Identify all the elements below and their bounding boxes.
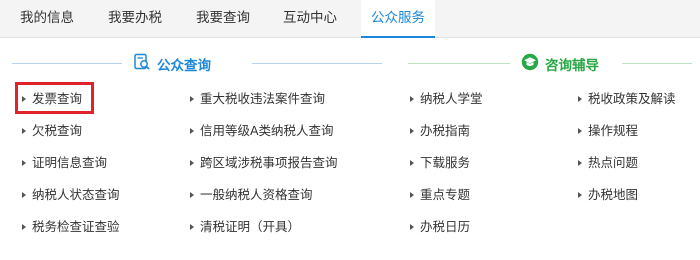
- bullet-icon: [410, 96, 414, 102]
- top-tab-bar: 我的信息 我要办税 我要查询 互动中心 公众服务: [0, 0, 700, 38]
- bullet-icon: [22, 192, 26, 198]
- link-tax-arrears-query[interactable]: 欠税查询: [22, 123, 82, 139]
- bullet-icon: [22, 160, 26, 166]
- item-label: 办税指南: [420, 123, 471, 138]
- bullet-icon: [410, 160, 414, 166]
- bullet-icon: [190, 128, 194, 134]
- bullet-icon: [578, 160, 582, 166]
- item-label: 操作规程: [588, 123, 639, 138]
- public-query-title: 公众查询: [157, 58, 211, 74]
- link-tax-calendar[interactable]: 办税日历: [410, 219, 470, 235]
- consulting-header: 咨询辅导: [521, 53, 599, 75]
- link-taxpayer-status-query[interactable]: 纳税人状态查询: [22, 187, 120, 203]
- item-label: 欠税查询: [32, 123, 83, 138]
- section-divider-left: [408, 63, 510, 64]
- link-taxpayer-school[interactable]: 纳税人学堂: [410, 91, 483, 107]
- link-download-service[interactable]: 下载服务: [410, 155, 470, 171]
- consulting-title: 咨询辅导: [545, 58, 599, 74]
- link-credit-a-query[interactable]: 信用等级A类纳税人查询: [190, 123, 334, 139]
- tab-public-service[interactable]: 公众服务: [361, 0, 435, 38]
- item-label: 税收政策及解读: [588, 91, 676, 106]
- section-divider-right: [622, 63, 692, 64]
- item-label: 信用等级A类纳税人查询: [200, 123, 334, 138]
- bullet-icon: [22, 224, 26, 230]
- item-label: 热点问题: [588, 155, 639, 170]
- graduation-cap-icon: [521, 53, 539, 75]
- link-tax-guide[interactable]: 办税指南: [410, 123, 470, 139]
- link-cross-region-report-query[interactable]: 跨区域涉税事项报告查询: [190, 155, 338, 171]
- link-tax-map[interactable]: 办税地图: [578, 187, 638, 203]
- item-label: 办税日历: [420, 219, 471, 234]
- bullet-icon: [410, 128, 414, 134]
- item-label: 跨区域涉税事项报告查询: [200, 155, 338, 170]
- tab-query[interactable]: 我要查询: [196, 0, 250, 37]
- section-divider-right: [252, 63, 382, 64]
- link-general-taxpayer-query[interactable]: 一般纳税人资格查询: [190, 187, 313, 203]
- link-major-violation-query[interactable]: 重大税收违法案件查询: [190, 91, 325, 107]
- item-label: 重点专题: [420, 187, 471, 202]
- bullet-icon: [578, 192, 582, 198]
- link-hot-issues[interactable]: 热点问题: [578, 155, 638, 171]
- item-label: 重大税收违法案件查询: [200, 91, 326, 106]
- bullet-icon: [410, 224, 414, 230]
- link-tax-policy[interactable]: 税收政策及解读: [578, 91, 676, 107]
- bullet-icon: [190, 160, 194, 166]
- link-certificate-info-query[interactable]: 证明信息查询: [22, 155, 107, 171]
- tab-tax-handling[interactable]: 我要办税: [108, 0, 162, 37]
- bullet-icon: [22, 128, 26, 134]
- public-service-panel: 公众查询 咨询辅导 发票查询 欠税查询 证明信息查询 纳税人状态查询 税务检查证…: [0, 38, 700, 260]
- item-label: 下载服务: [420, 155, 471, 170]
- bullet-icon: [578, 96, 582, 102]
- item-label: 办税地图: [588, 187, 639, 202]
- section-divider-left: [12, 63, 122, 64]
- tab-my-info[interactable]: 我的信息: [20, 0, 74, 37]
- item-label: 纳税人状态查询: [32, 187, 120, 202]
- bullet-icon: [578, 128, 582, 134]
- highlight-box: [15, 82, 94, 114]
- bullet-icon: [410, 192, 414, 198]
- item-label: 证明信息查询: [32, 155, 108, 170]
- item-label: 清税证明（开具）: [200, 219, 301, 234]
- item-label: 一般纳税人资格查询: [200, 187, 313, 202]
- bullet-icon: [190, 96, 194, 102]
- bullet-icon: [190, 224, 194, 230]
- public-query-header: 公众查询: [133, 53, 211, 75]
- bullet-icon: [190, 192, 194, 198]
- tab-interaction-center[interactable]: 互动中心: [283, 0, 337, 37]
- item-label: 纳税人学堂: [420, 91, 483, 106]
- link-inspection-cert-verify[interactable]: 税务检查证查验: [22, 219, 120, 235]
- search-document-icon: [133, 53, 151, 75]
- link-tax-clearance-cert[interactable]: 清税证明（开具）: [190, 219, 300, 235]
- item-label: 税务检查证查验: [32, 219, 120, 234]
- link-key-topics[interactable]: 重点专题: [410, 187, 470, 203]
- link-operating-procedures[interactable]: 操作规程: [578, 123, 638, 139]
